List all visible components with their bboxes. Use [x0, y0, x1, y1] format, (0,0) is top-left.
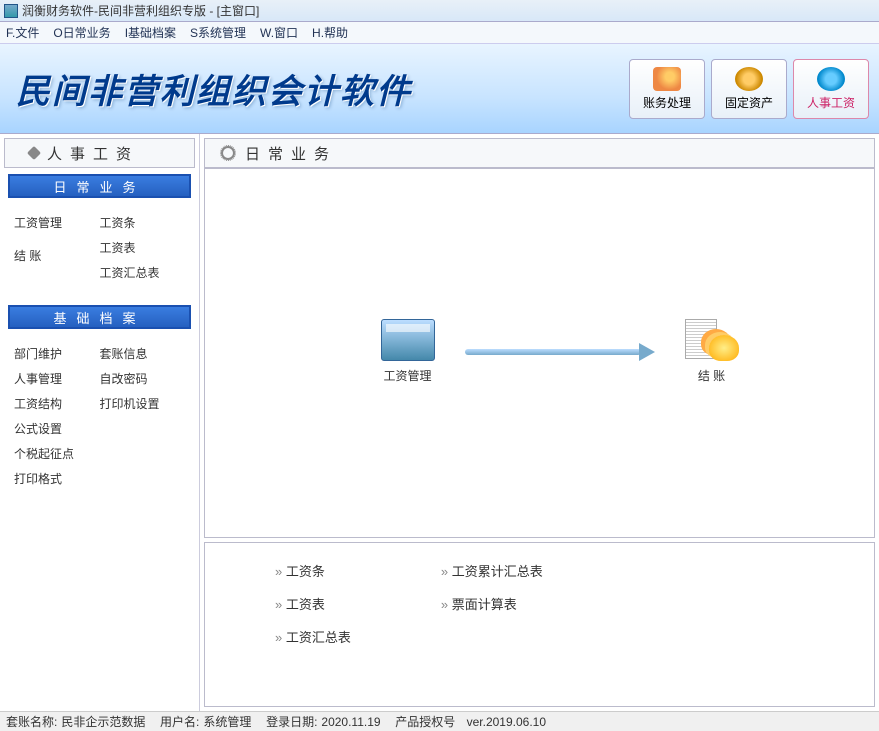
sidebar-item-closing[interactable]: 结 账	[14, 243, 100, 268]
menu-file[interactable]: F.文件	[6, 24, 39, 41]
main-area: 日常业务 工资管理 结 账 工资条 工资表 工资汇总表	[200, 134, 879, 711]
menu-bar: F.文件 O日常业务 I基础档案 S系统管理 W.窗口 H.帮助	[0, 22, 879, 44]
menu-base[interactable]: I基础档案	[125, 24, 176, 41]
asset-icon	[735, 67, 763, 91]
status-date: 2020.11.19	[321, 715, 380, 729]
banner-btn-label: 账务处理	[643, 94, 691, 111]
people-icon	[817, 67, 845, 91]
flow-node-label: 工资管理	[383, 367, 431, 384]
sidebar-item-printer[interactable]: 打印机设置	[100, 391, 186, 416]
flow-node-label: 结 账	[698, 367, 725, 384]
sidebar-title: 人事工资	[4, 138, 195, 168]
main-title: 日常业务	[204, 138, 875, 168]
sidebar-item-change-pwd[interactable]: 自改密码	[100, 366, 186, 391]
sidebar-item-hr[interactable]: 人事管理	[14, 366, 100, 391]
sidebar-item-paysummary[interactable]: 工资汇总表	[100, 260, 186, 285]
sidebar-item-payslip[interactable]: 工资条	[100, 210, 186, 235]
link-cumulative-summary[interactable]: 工资累计汇总表	[441, 561, 543, 580]
menu-window[interactable]: W.窗口	[260, 24, 298, 41]
menu-help[interactable]: H.帮助	[312, 24, 348, 41]
workflow-canvas: 工资管理 结 账	[204, 168, 875, 538]
link-payslip[interactable]: 工资条	[275, 561, 351, 580]
sidebar-item-tax-threshold[interactable]: 个税起征点	[14, 441, 100, 466]
flow-arrow-icon	[465, 345, 655, 359]
sheet-icon	[381, 319, 435, 361]
banner-btn-label: 固定资产	[725, 94, 773, 111]
ledger-icon	[653, 67, 681, 91]
link-denomination[interactable]: 票面计算表	[441, 594, 543, 613]
sidebar-item-dept[interactable]: 部门维护	[14, 341, 100, 366]
status-acct: 民非企示范数据	[61, 713, 145, 730]
menu-system[interactable]: S系统管理	[190, 24, 246, 41]
status-lic: ver.2019.06.10	[467, 715, 546, 729]
status-bar: 套账名称: 民非企示范数据 用户名: 系统管理 登录日期: 2020.11.19…	[0, 711, 879, 731]
sidebar-item-account-info[interactable]: 套账信息	[100, 341, 186, 366]
sidebar: 人事工资 日常业务 工资管理 结 账 工资条 工资表 工资汇总表 基础档案	[0, 134, 200, 711]
sidebar-item-formula[interactable]: 公式设置	[14, 416, 100, 441]
banner-btn-label: 人事工资	[807, 94, 855, 111]
link-paytable[interactable]: 工资表	[275, 594, 351, 613]
flow-node-salary-mgmt[interactable]: 工资管理	[381, 319, 435, 384]
sidebar-item-pay-struct[interactable]: 工资结构	[14, 391, 100, 416]
sidebar-group-daily: 工资管理 结 账 工资条 工资表 工资汇总表	[4, 206, 195, 299]
link-paysummary[interactable]: 工资汇总表	[275, 627, 351, 646]
banner: 民间非营利组织会计软件 账务处理 固定资产 人事工资	[0, 44, 879, 134]
title-bar: 润衡财务软件-民间非营利组织专版 - [主窗口]	[0, 0, 879, 22]
status-user-label: 用户名:	[160, 713, 199, 730]
sidebar-item-blank	[14, 235, 100, 243]
sidebar-item-paytable[interactable]: 工资表	[100, 235, 186, 260]
sidebar-group-base-header[interactable]: 基础档案	[8, 305, 191, 329]
sidebar-item-salary-mgmt[interactable]: 工资管理	[14, 210, 100, 235]
status-user: 系统管理	[203, 713, 251, 730]
status-acct-label: 套账名称:	[6, 713, 57, 730]
gear-icon	[221, 146, 235, 160]
banner-btn-accounting[interactable]: 账务处理	[629, 59, 705, 119]
quick-links-panel: 工资条 工资表 工资汇总表 工资累计汇总表 票面计算表	[204, 542, 875, 707]
sidebar-item-print-format[interactable]: 打印格式	[14, 466, 100, 491]
menu-daily[interactable]: O日常业务	[53, 24, 110, 41]
window-title: 润衡财务软件-民间非营利组织专版 - [主窗口]	[22, 2, 259, 19]
sidebar-group-base: 部门维护 人事管理 工资结构 公式设置 个税起征点 打印格式 套账信息 自改密码…	[4, 337, 195, 505]
status-lic-label: 产品授权号	[395, 713, 455, 730]
status-date-label: 登录日期:	[266, 713, 317, 730]
banner-btn-hr-payroll[interactable]: 人事工资	[793, 59, 869, 119]
sidebar-group-daily-header[interactable]: 日常业务	[8, 174, 191, 198]
banner-btn-fixed-assets[interactable]: 固定资产	[711, 59, 787, 119]
app-icon	[4, 4, 18, 18]
banner-buttons: 账务处理 固定资产 人事工资	[629, 59, 869, 119]
flow-node-closing[interactable]: 结 账	[685, 319, 739, 384]
app-logo-text: 民间非营利组织会计软件	[10, 64, 412, 113]
coins-icon	[685, 319, 739, 361]
